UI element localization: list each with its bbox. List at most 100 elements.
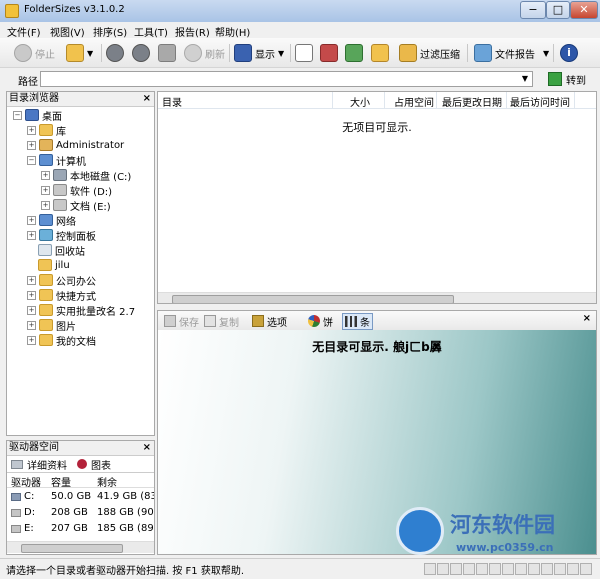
close-panel-icon[interactable]: × (583, 313, 591, 324)
tree-item-recycle-bin[interactable]: 回收站 (38, 243, 85, 258)
expand-icon[interactable]: + (41, 200, 50, 210)
tree-item-jilu[interactable]: jilu (38, 258, 70, 272)
pie-chart-icon (308, 315, 320, 327)
empty-list-message: 无项目可显示. (342, 121, 412, 134)
panel-title: 驱动器空间 (9, 442, 59, 453)
horizontal-scrollbar[interactable] (158, 292, 596, 303)
maximize-button[interactable]: □ (546, 1, 570, 19)
forward-button[interactable] (132, 43, 150, 63)
column-directory[interactable]: 目录 (162, 94, 182, 109)
disk-button[interactable] (320, 43, 338, 63)
table-row[interactable]: C: 50.0 GB 41.9 GB (83% (7, 489, 154, 505)
bar-chart-button[interactable]: 条 (342, 313, 373, 330)
minimize-button[interactable]: − (520, 1, 546, 19)
network-button[interactable] (345, 43, 363, 63)
tree-item-office[interactable]: + 公司办公 (27, 273, 96, 288)
menu-view[interactable]: 视图(V) (50, 24, 85, 39)
options-button[interactable]: 选项 (252, 314, 287, 329)
control-panel-icon (39, 229, 53, 241)
expand-icon[interactable]: + (41, 170, 50, 180)
tree-item-administrator[interactable]: + Administrator (27, 138, 124, 152)
table-row[interactable]: D: 208 GB 188 GB (90%) (7, 505, 154, 521)
menu-help[interactable]: 帮助(H) (215, 24, 250, 39)
checklist-button[interactable] (295, 43, 313, 63)
scan-button[interactable]: ▼ (66, 43, 93, 63)
tree-item-my-documents[interactable]: + 我的文档 (27, 333, 96, 348)
column-capacity[interactable]: 容量 (51, 474, 71, 489)
info-button[interactable]: i (560, 43, 578, 63)
tree-item-drive-d[interactable]: + 软件 (D:) (41, 183, 112, 198)
expand-icon[interactable]: + (27, 140, 36, 150)
column-allocated[interactable]: 占用空间 (394, 94, 434, 109)
desktop-icon (25, 109, 39, 121)
stop-button[interactable]: 停止 (14, 43, 55, 63)
progress-segment (554, 563, 566, 575)
computer-icon (39, 154, 53, 166)
tree-item-drive-c[interactable]: + 本地磁盘 (C:) (41, 168, 131, 183)
tree-item-computer[interactable]: − 计算机 (27, 153, 86, 168)
pie-chart-button[interactable]: 饼 (308, 314, 333, 329)
expand-icon[interactable]: + (27, 335, 36, 345)
save-icon (164, 315, 176, 327)
column-accessed[interactable]: 最后访问时间 (510, 94, 570, 109)
close-panel-icon[interactable]: × (143, 92, 151, 106)
close-button[interactable]: ✕ (570, 1, 598, 19)
tree-item-network[interactable]: + 网络 (27, 213, 76, 228)
go-button[interactable]: 转到 (548, 71, 586, 87)
app-folder-icon (5, 4, 19, 18)
copy-button[interactable]: 复制 (204, 314, 239, 329)
expand-icon[interactable]: + (27, 275, 36, 285)
expand-icon[interactable]: + (27, 125, 36, 135)
column-modified[interactable]: 最后更改日期 (442, 94, 502, 109)
report-search-icon (474, 44, 492, 62)
expand-icon[interactable]: + (27, 290, 36, 300)
tab-chart[interactable]: 图表 (77, 457, 111, 472)
path-input[interactable]: ▼ (40, 71, 533, 87)
horizontal-scrollbar[interactable] (7, 541, 154, 553)
back-button[interactable] (106, 43, 124, 63)
menu-file[interactable]: 文件(F) (7, 24, 41, 39)
tree-item-shortcuts[interactable]: + 快捷方式 (27, 288, 96, 303)
tree-item-library[interactable]: + 库 (27, 123, 66, 138)
tree-item-drive-e[interactable]: + 文档 (E:) (41, 198, 111, 213)
collapse-icon[interactable]: − (27, 155, 36, 165)
drive-icon (11, 459, 23, 469)
filter-compress-button[interactable]: 过滤压缩 (399, 43, 460, 63)
hard-drive-icon (53, 169, 67, 181)
tree-item-pictures[interactable]: + 图片 (27, 318, 76, 333)
file-report-button[interactable]: 文件报告 ▼ (474, 43, 549, 63)
close-panel-icon[interactable]: × (143, 441, 151, 455)
menu-report[interactable]: 报告(R) (175, 24, 210, 39)
expand-icon[interactable]: + (27, 230, 36, 240)
scrollbar-thumb[interactable] (172, 295, 454, 303)
expand-icon[interactable]: + (27, 320, 36, 330)
tab-details[interactable]: 详细资料 (11, 457, 67, 472)
chevron-down-icon[interactable]: ▼ (522, 74, 528, 83)
delete-folder-button[interactable] (371, 43, 389, 63)
expand-icon[interactable]: + (27, 305, 36, 315)
refresh-button[interactable]: 刷新 (184, 43, 225, 63)
hard-drive-icon (53, 184, 67, 196)
forward-arrow-icon (132, 44, 150, 62)
collapse-icon[interactable]: − (13, 110, 22, 120)
table-row[interactable]: E: 207 GB 185 GB (89%) (7, 521, 154, 537)
drive-table-header: 驱动器 容量 剩余 (7, 473, 154, 489)
column-free[interactable]: 剩余 (97, 474, 117, 489)
expand-icon[interactable]: + (41, 185, 50, 195)
tree-item-control-panel[interactable]: + 控制面板 (27, 228, 96, 243)
copy-icon (204, 315, 216, 327)
tree-item-desktop[interactable]: − 桌面 (13, 108, 62, 123)
save-button[interactable]: 保存 (164, 314, 199, 329)
menu-tools[interactable]: 工具(T) (134, 24, 168, 39)
pie-chart-icon (77, 459, 87, 469)
column-drive[interactable]: 驱动器 (11, 474, 41, 489)
tree-item-batch-rename[interactable]: + 实用批量改名 2.7 (27, 303, 135, 318)
up-folder-button[interactable] (158, 43, 176, 63)
menu-sort[interactable]: 排序(S) (93, 24, 127, 39)
main-toolbar: 停止 ▼ 刷新 显示 ▼ 过滤压缩 文件报告 ▼ i (0, 38, 600, 68)
scrollbar-thumb[interactable] (21, 544, 123, 553)
column-size[interactable]: 大小 (350, 94, 370, 109)
expand-icon[interactable]: + (27, 215, 36, 225)
watermark-url: www.pc0359.cn (456, 541, 554, 554)
display-button[interactable]: 显示 ▼ (234, 43, 284, 63)
